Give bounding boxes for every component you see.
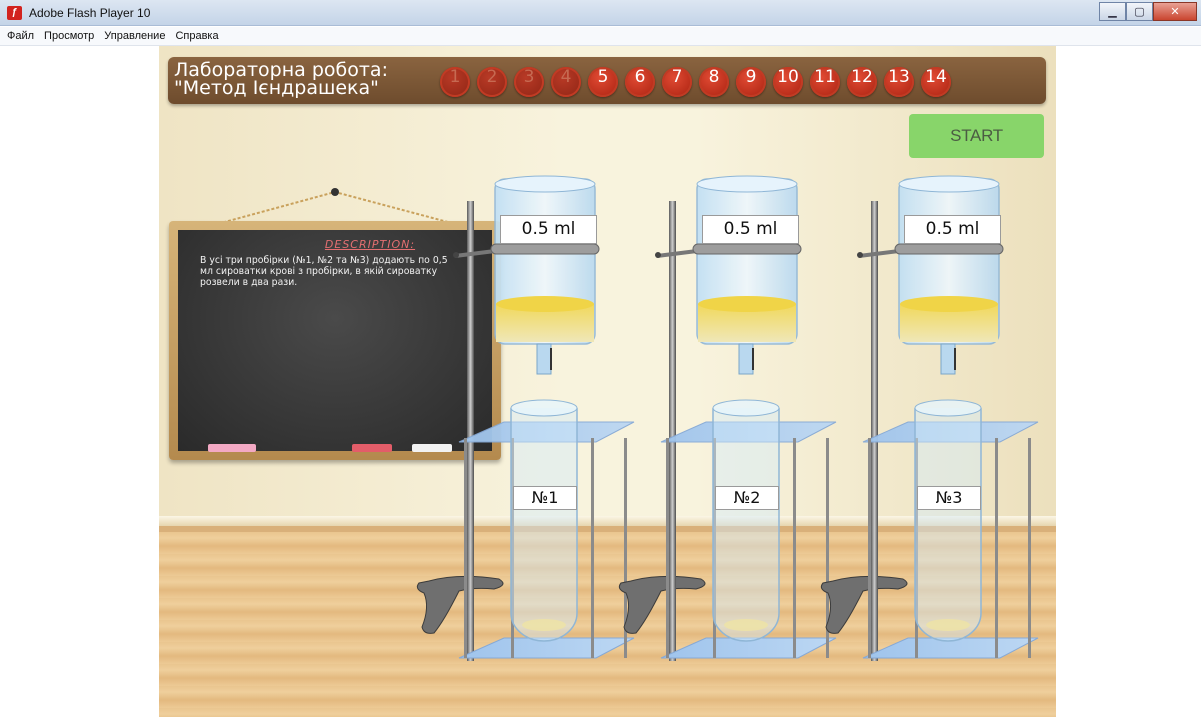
clamp-ring-3 bbox=[894, 243, 1004, 255]
title-bar: ƒ Adobe Flash Player 10 ▁ ▢ ✕ bbox=[0, 0, 1201, 26]
tube-sample-2 bbox=[724, 619, 768, 631]
close-button[interactable]: ✕ bbox=[1153, 2, 1197, 21]
funnel-volume-label-1: 0.5 ml bbox=[500, 215, 597, 244]
window-controls: ▁ ▢ ✕ bbox=[1099, 2, 1197, 21]
flash-player-icon: ƒ bbox=[7, 6, 22, 20]
funnel-rim-1 bbox=[494, 175, 596, 193]
funnel-tap-3 bbox=[940, 343, 956, 375]
lab-apparatus bbox=[416, 175, 1039, 661]
funnel-volume-label-3: 0.5 ml bbox=[904, 215, 1001, 244]
rack-leg-3-3 bbox=[995, 438, 998, 658]
window-title: Adobe Flash Player 10 bbox=[29, 6, 151, 20]
tube-sample-3 bbox=[926, 619, 970, 631]
clamp-ring-2 bbox=[692, 243, 802, 255]
funnel-rim-2 bbox=[696, 175, 798, 193]
test-tube-label-3: №3 bbox=[917, 486, 981, 510]
test-tube-label-1: №1 bbox=[513, 486, 577, 510]
serum-surface-3 bbox=[900, 296, 998, 312]
serum-surface-2 bbox=[698, 296, 796, 312]
rack-leg-2-1 bbox=[666, 438, 669, 658]
stand-rod-3 bbox=[871, 201, 878, 661]
menu-bar: Файл Просмотр Управление Справка bbox=[0, 27, 1201, 46]
rack-leg-3-1 bbox=[868, 438, 871, 658]
maximize-button[interactable]: ▢ bbox=[1126, 2, 1153, 21]
rack-leg-1-3 bbox=[591, 438, 594, 658]
rack-leg-1-1 bbox=[464, 438, 467, 658]
stand-rod-1 bbox=[467, 201, 474, 661]
flash-stage: Лабораторна робота: "Метод Ієндрашека" 1… bbox=[159, 46, 1056, 717]
test-tube-1 bbox=[510, 408, 578, 642]
funnel-rim-3 bbox=[898, 175, 1000, 193]
test-tube-rim-3 bbox=[914, 399, 982, 417]
test-tube-3 bbox=[914, 408, 982, 642]
rack-leg-2-3 bbox=[793, 438, 796, 658]
menu-file[interactable]: Файл bbox=[7, 27, 34, 45]
test-tube-label-2: №2 bbox=[715, 486, 779, 510]
menu-help[interactable]: Справка bbox=[175, 27, 218, 45]
serum-surface-1 bbox=[496, 296, 594, 312]
stand-base-icon-1 bbox=[416, 575, 504, 634]
stand-base-icon-3 bbox=[820, 575, 908, 634]
clamp-ring-1 bbox=[490, 243, 600, 255]
clamp-screw-icon-1 bbox=[453, 252, 459, 258]
funnel-tap-2 bbox=[738, 343, 754, 375]
clamp-screw-icon-2 bbox=[655, 252, 661, 258]
tube-sample-1 bbox=[522, 619, 566, 631]
rack-leg-3-4 bbox=[1028, 438, 1031, 658]
funnel-volume-label-2: 0.5 ml bbox=[702, 215, 799, 244]
minimize-button[interactable]: ▁ bbox=[1099, 2, 1126, 21]
funnel-tap-1 bbox=[536, 343, 552, 375]
menu-view[interactable]: Просмотр bbox=[44, 27, 94, 45]
stand-base-icon-2 bbox=[618, 575, 706, 634]
test-tube-2 bbox=[712, 408, 780, 642]
test-tube-rim-1 bbox=[510, 399, 578, 417]
menu-control[interactable]: Управление bbox=[104, 27, 165, 45]
clamp-screw-icon-3 bbox=[857, 252, 863, 258]
test-tube-rim-2 bbox=[712, 399, 780, 417]
stand-rod-2 bbox=[669, 201, 676, 661]
